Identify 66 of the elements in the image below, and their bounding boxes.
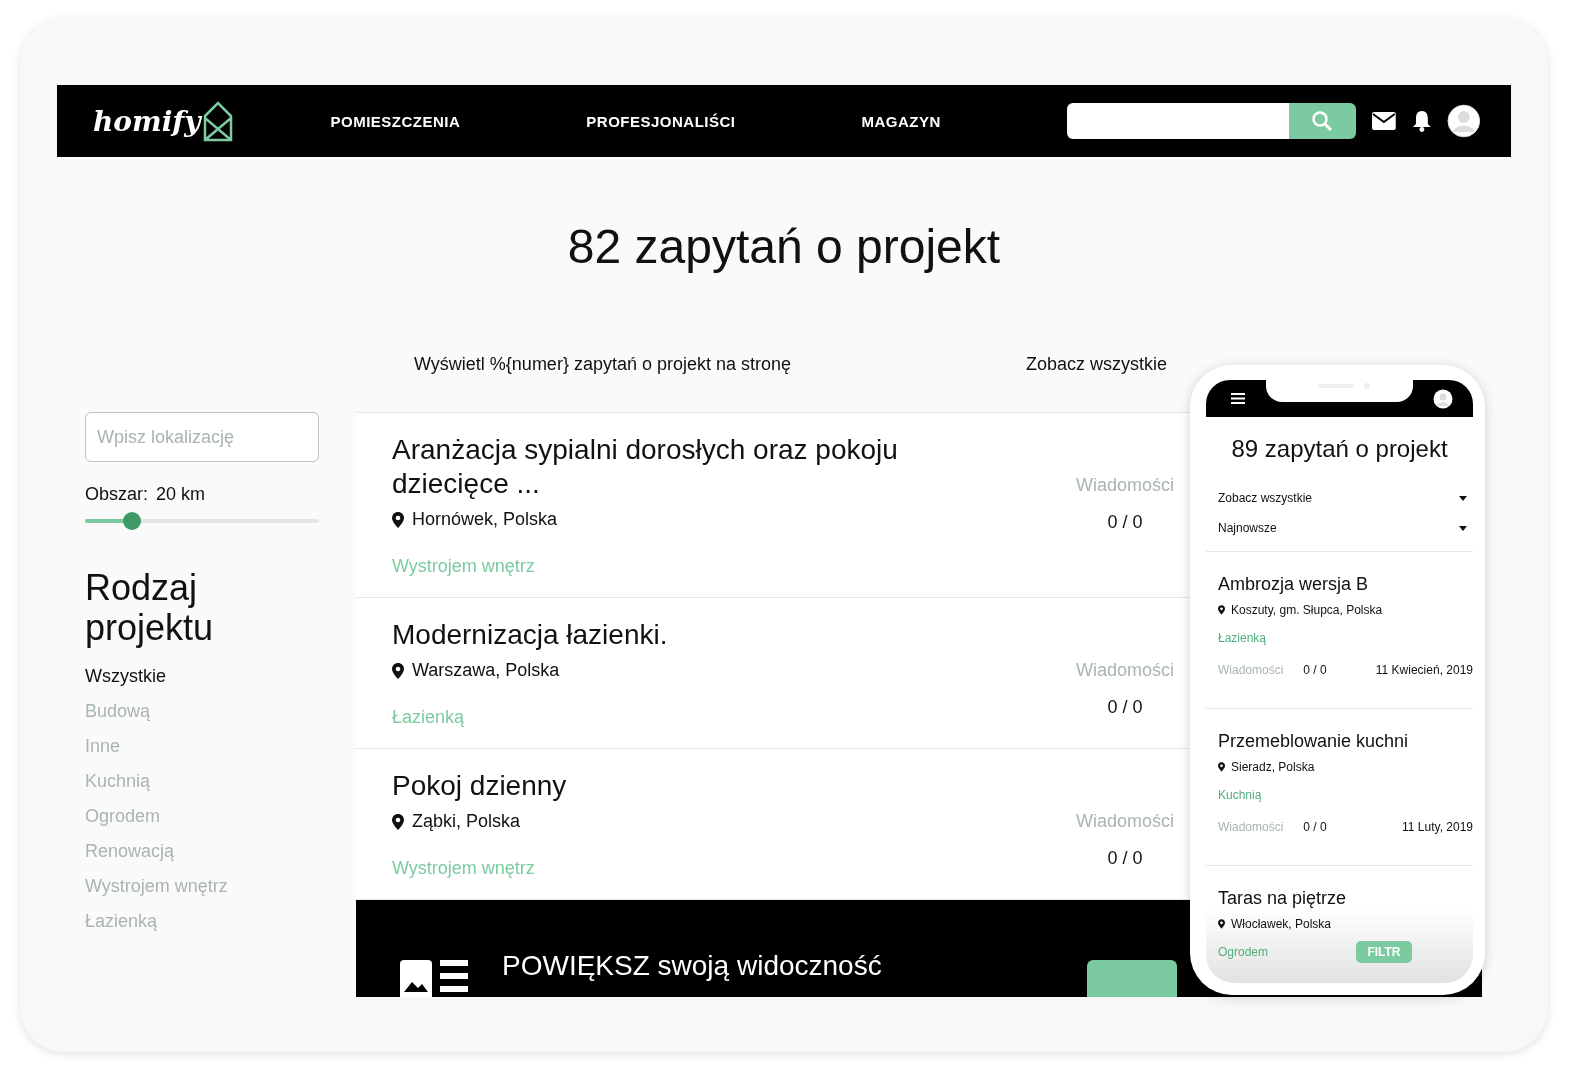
project-location: Warszawa, Polska: [412, 660, 560, 681]
project-location: Koszuty, gm. Słupca, Polska: [1231, 603, 1383, 617]
project-category: Kuchnią: [1218, 788, 1262, 802]
nav-link[interactable]: PROFESJONALIŚCI: [586, 112, 736, 130]
phone-page-title: 89 zapytań o projekt: [1230, 435, 1449, 463]
project-category: Łazienką: [1218, 631, 1267, 645]
messages-count: 0 / 0: [1106, 512, 1144, 533]
menu-icon[interactable]: [1231, 393, 1245, 404]
messages-label: Wiadomości: [1075, 475, 1175, 496]
area-label: Obszar:: [85, 484, 149, 505]
location-field[interactable]: Wpisz lokalizację: [85, 412, 319, 462]
project-location: Hornówek, Polska: [412, 509, 558, 530]
area-slider[interactable]: [85, 512, 319, 530]
project-date: 11 Luty, 2019: [1402, 820, 1473, 834]
bell-icon[interactable]: [1411, 110, 1432, 132]
project-category: Wystrojem wnętrz: [392, 556, 535, 577]
location-pin-icon: [1218, 919, 1225, 929]
page-title: 82 zapytań o projekt: [566, 219, 1002, 275]
messages-label: Wiadomości: [1218, 820, 1284, 834]
messages-count: 0 / 0: [1106, 848, 1144, 869]
phone-dropdown[interactable]: Zobacz wszystkie: [1206, 483, 1473, 513]
location-pin-icon: [392, 662, 404, 679]
project-title[interactable]: Pokoj dzienny: [392, 769, 952, 803]
project-category: Łazienką: [392, 707, 465, 728]
project-title[interactable]: Taras na piętrze: [1218, 888, 1473, 909]
per-page-text: Wyświetl %{numer} zapytań o projekt na stronę: [414, 354, 792, 375]
phone-project-card[interactable]: Ambrozja wersja B Koszuty, gm. Słupca, Polska Łazienką Wiadomości 0 / 0 11 Kwiecień, 2019: [1206, 552, 1473, 709]
messages-label: Wiadomości: [1075, 660, 1175, 681]
location-pin-icon: [1218, 762, 1225, 772]
messages-label: Wiadomości: [1218, 663, 1284, 677]
project-category: Wystrojem wnętrz: [392, 858, 535, 879]
area-value: 20 km: [156, 484, 206, 505]
caret-icon: [1459, 495, 1467, 501]
project-location: Sieradz, Polska: [1231, 760, 1315, 774]
house-logo-icon: [202, 100, 233, 142]
avatar-icon[interactable]: [1447, 104, 1481, 138]
messages-count: 0 / 0: [1106, 697, 1144, 718]
project-title[interactable]: Modernizacja łazienki.: [392, 618, 952, 652]
caret-icon: [1459, 525, 1467, 531]
search-icon: [1311, 110, 1334, 132]
banner-title: POWIĘKSZ swoją widoczność: [502, 950, 882, 982]
nav-link[interactable]: MAGAZYN: [861, 112, 941, 130]
messages-label: Wiadomości: [1075, 811, 1175, 832]
avatar-icon[interactable]: [1433, 388, 1453, 409]
messages-count: 0 / 0: [1303, 663, 1327, 677]
logo-text[interactable]: homify: [93, 104, 201, 138]
messages-count: 0 / 0: [1303, 820, 1327, 834]
filter-dropdown[interactable]: Zobacz wszystkie: [1026, 354, 1168, 375]
location-pin-icon: [1218, 605, 1225, 615]
project-date: 11 Kwiecień, 2019: [1375, 663, 1473, 677]
project-location: Ząbki, Polska: [412, 811, 521, 832]
project-title[interactable]: Aranżacja sypialni dorosłych oraz pokoju dziecięce ...: [392, 433, 952, 501]
nav-link[interactable]: POMIESZCZENIA: [330, 112, 461, 130]
section-heading: Rodzaj projektu: [85, 568, 215, 648]
location-pin-icon: [392, 813, 404, 830]
search-field[interactable]: [1066, 103, 1289, 139]
location-pin-icon: [392, 511, 404, 528]
project-category: Ogrodem: [1218, 945, 1269, 959]
project-type-link[interactable]: Wszystkie: [85, 666, 319, 687]
slider-thumb[interactable]: [122, 512, 141, 530]
mail-icon[interactable]: [1371, 112, 1396, 130]
project-title[interactable]: Przemeblowanie kuchni: [1218, 731, 1473, 752]
phone-dropdown[interactable]: Najnowsze: [1206, 513, 1473, 543]
phone-project-card[interactable]: Przemeblowanie kuchni Sieradz, Polska Kuchnią Wiadomości 0 / 0 11 Luty, 2019: [1206, 709, 1473, 866]
project-title[interactable]: Ambrozja wersja B: [1218, 574, 1473, 595]
project-location: Włocławek, Polska: [1231, 917, 1332, 931]
